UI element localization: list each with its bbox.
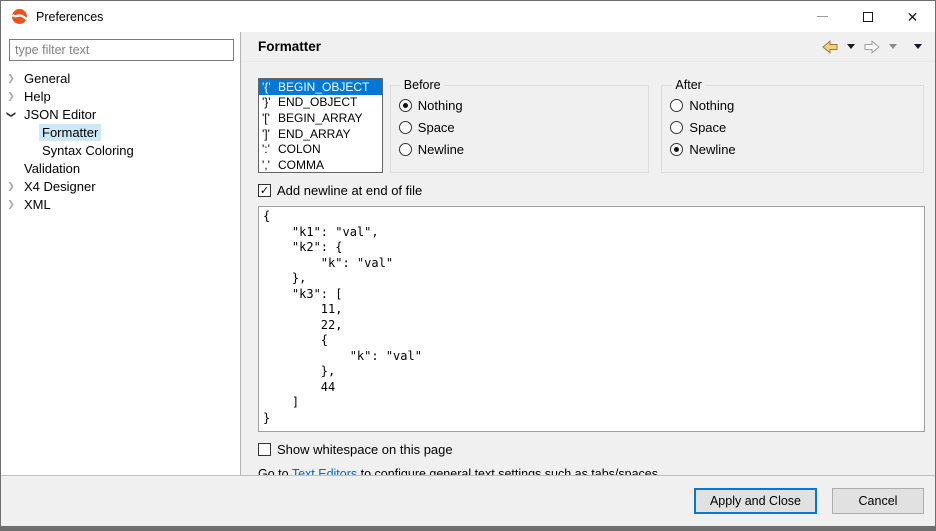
tree-item-label: Syntax Coloring bbox=[39, 142, 137, 159]
chevron-right-icon[interactable] bbox=[1, 91, 21, 102]
tree-item-xml[interactable]: XML bbox=[1, 195, 240, 213]
formatter-content: '{' BEGIN_OBJECT '}' END_OBJECT '[' BEGI… bbox=[241, 62, 935, 481]
radio-icon bbox=[399, 143, 412, 156]
maximize-icon bbox=[863, 12, 873, 22]
format-preview[interactable]: { "k1": "val", "k2": { "k": "val" }, "k3… bbox=[258, 206, 925, 432]
chevron-right-icon[interactable] bbox=[1, 73, 21, 84]
token-symbol: ']' bbox=[262, 127, 278, 141]
tree-item-validation[interactable]: Validation bbox=[1, 159, 240, 177]
add-newline-checkbox-row[interactable]: Add newline at end of file bbox=[258, 182, 924, 198]
tree-item-syntax-coloring[interactable]: Syntax Coloring bbox=[1, 141, 240, 159]
page-title: Formatter bbox=[258, 39, 321, 54]
window-bottom-border bbox=[1, 526, 935, 530]
back-arrow-icon bbox=[822, 40, 838, 54]
preferences-dialog: Preferences ✕ General Help JSON Editor bbox=[0, 0, 936, 531]
token-row-end-array[interactable]: ']' END_ARRAY bbox=[259, 126, 382, 142]
token-row-end-object[interactable]: '}' END_OBJECT bbox=[259, 95, 382, 111]
radio-label: Newline bbox=[689, 142, 735, 157]
minimize-button bbox=[800, 1, 845, 32]
token-name: BEGIN_ARRAY bbox=[278, 111, 362, 125]
token-list[interactable]: '{' BEGIN_OBJECT '}' END_OBJECT '[' BEGI… bbox=[258, 78, 383, 173]
radio-label: Newline bbox=[418, 142, 464, 157]
token-name: BEGIN_OBJECT bbox=[278, 80, 369, 94]
after-space-radio[interactable]: Space bbox=[670, 116, 915, 138]
tree-item-label: General bbox=[21, 70, 73, 87]
token-name: END_OBJECT bbox=[278, 95, 357, 109]
dialog-footer: Apply and Close Cancel bbox=[1, 475, 935, 526]
radio-icon bbox=[670, 121, 683, 134]
token-name: END_ARRAY bbox=[278, 127, 350, 141]
close-button[interactable]: ✕ bbox=[890, 1, 935, 32]
token-name: COMMA bbox=[278, 158, 324, 172]
page-header: Formatter bbox=[241, 32, 935, 62]
tree-item-label: Validation bbox=[21, 160, 83, 177]
after-nothing-radio[interactable]: Nothing bbox=[670, 94, 915, 116]
apply-and-close-button[interactable]: Apply and Close bbox=[694, 488, 817, 514]
checkbox-checked-icon bbox=[258, 184, 271, 197]
before-nothing-radio[interactable]: Nothing bbox=[399, 94, 641, 116]
token-row-begin-array[interactable]: '[' BEGIN_ARRAY bbox=[259, 110, 382, 126]
view-menu-icon[interactable] bbox=[914, 44, 922, 49]
radio-icon bbox=[670, 99, 683, 112]
radio-icon bbox=[670, 143, 683, 156]
history-nav bbox=[820, 38, 925, 55]
filter-input[interactable] bbox=[9, 39, 234, 61]
cancel-button[interactable]: Cancel bbox=[832, 488, 924, 514]
token-symbol: '}' bbox=[262, 95, 278, 109]
token-row-comma[interactable]: ',' COMMA bbox=[259, 157, 382, 173]
token-row-colon[interactable]: ':' COLON bbox=[259, 141, 382, 157]
after-group: After Nothing Space Newline bbox=[661, 78, 924, 173]
tree-item-label: JSON Editor bbox=[21, 106, 99, 123]
app-icon bbox=[11, 8, 28, 25]
forward-button[interactable] bbox=[862, 38, 882, 55]
checkbox-label: Add newline at end of file bbox=[277, 183, 422, 198]
token-symbol: ',' bbox=[262, 158, 278, 172]
back-history-dropdown-icon[interactable] bbox=[847, 44, 855, 49]
token-symbol: '{' bbox=[262, 80, 278, 94]
checkbox-label: Show whitespace on this page bbox=[277, 442, 453, 457]
radio-icon bbox=[399, 99, 412, 112]
after-newline-radio[interactable]: Newline bbox=[670, 138, 915, 160]
tree-item-label: Formatter bbox=[39, 124, 101, 141]
before-space-radio[interactable]: Space bbox=[399, 116, 641, 138]
chevron-right-icon[interactable] bbox=[1, 181, 21, 192]
before-newline-radio[interactable]: Newline bbox=[399, 138, 641, 160]
maximize-button[interactable] bbox=[845, 1, 890, 32]
back-button[interactable] bbox=[820, 38, 840, 55]
preferences-sidebar: General Help JSON Editor Formatter Synta… bbox=[1, 32, 241, 475]
radio-label: Nothing bbox=[418, 98, 463, 113]
tree-item-general[interactable]: General bbox=[1, 69, 240, 87]
tree-item-json-editor[interactable]: JSON Editor bbox=[1, 105, 240, 123]
radio-label: Space bbox=[418, 120, 455, 135]
tree-item-x4-designer[interactable]: X4 Designer bbox=[1, 177, 240, 195]
preferences-tree: General Help JSON Editor Formatter Synta… bbox=[1, 69, 240, 213]
token-row-begin-object[interactable]: '{' BEGIN_OBJECT bbox=[259, 79, 382, 95]
window-title: Preferences bbox=[36, 10, 103, 24]
forward-arrow-icon bbox=[864, 40, 880, 54]
chevron-down-icon[interactable] bbox=[1, 109, 21, 120]
minimize-icon bbox=[817, 16, 828, 17]
close-icon: ✕ bbox=[907, 10, 919, 24]
after-group-legend: After bbox=[672, 78, 704, 92]
tree-item-label: XML bbox=[21, 196, 54, 213]
tree-item-formatter[interactable]: Formatter bbox=[1, 123, 240, 141]
token-symbol: ':' bbox=[262, 142, 278, 156]
checkbox-unchecked-icon bbox=[258, 443, 271, 456]
formatter-page: Formatter bbox=[241, 32, 935, 475]
radio-icon bbox=[399, 121, 412, 134]
token-symbol: '[' bbox=[262, 111, 278, 125]
radio-label: Space bbox=[689, 120, 726, 135]
forward-history-dropdown-icon[interactable] bbox=[889, 44, 897, 49]
before-group-legend: Before bbox=[401, 78, 444, 92]
show-whitespace-checkbox-row[interactable]: Show whitespace on this page bbox=[258, 441, 924, 457]
token-name: COLON bbox=[278, 142, 321, 156]
before-group: Before Nothing Space Newline bbox=[390, 78, 650, 173]
radio-label: Nothing bbox=[689, 98, 734, 113]
tree-item-label: Help bbox=[21, 88, 54, 105]
tree-item-label: X4 Designer bbox=[21, 178, 99, 195]
chevron-right-icon[interactable] bbox=[1, 199, 21, 210]
titlebar: Preferences ✕ bbox=[1, 1, 935, 32]
tree-item-help[interactable]: Help bbox=[1, 87, 240, 105]
